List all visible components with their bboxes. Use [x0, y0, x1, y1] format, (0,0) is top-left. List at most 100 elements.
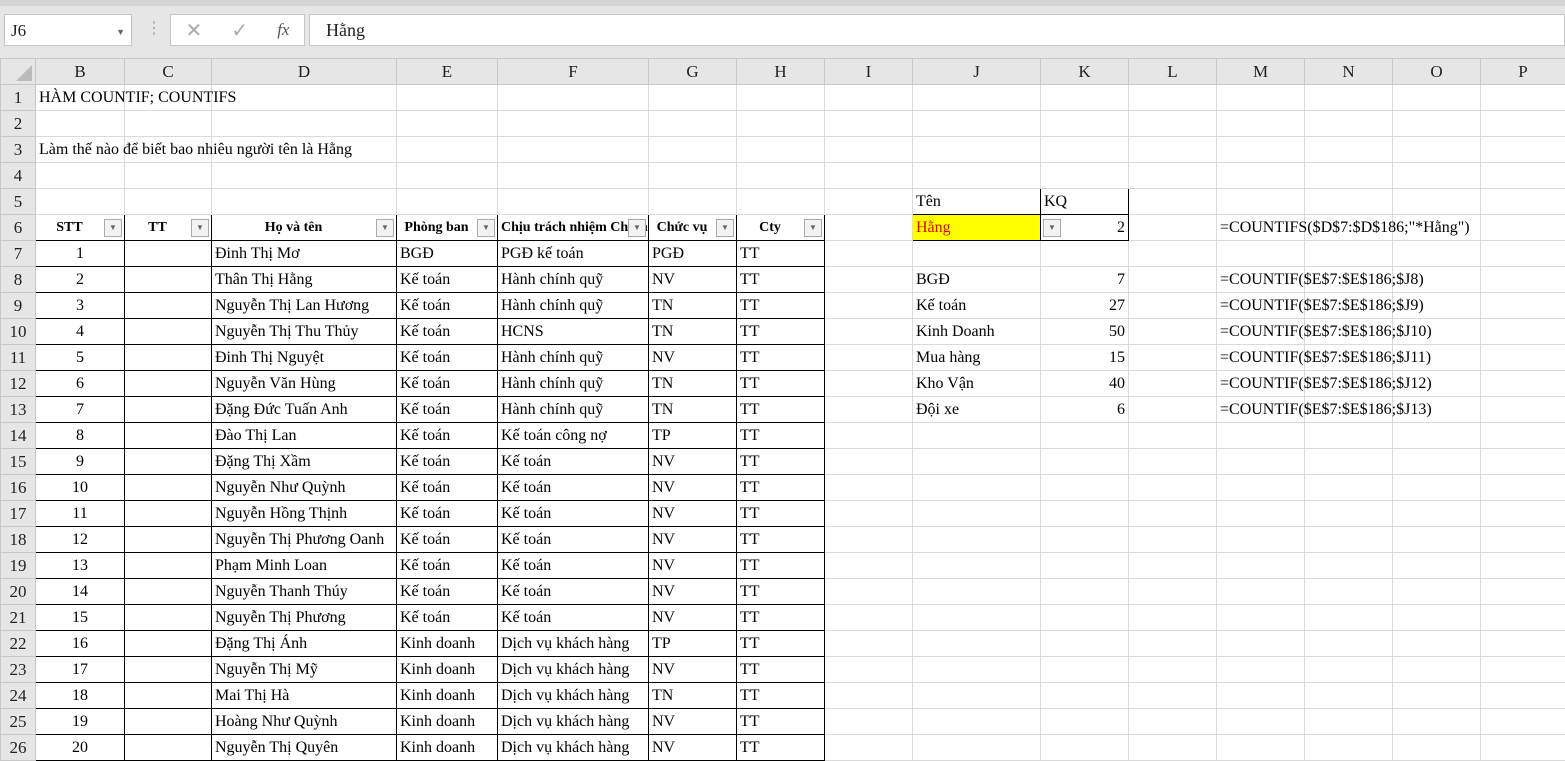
cell-J19[interactable] [913, 553, 1041, 579]
cell-C5[interactable] [125, 189, 212, 215]
cell-P6[interactable] [1481, 215, 1565, 241]
cell-P7[interactable] [1481, 241, 1565, 267]
cell-L15[interactable] [1129, 449, 1217, 475]
filter-dropdown-icon[interactable]: ▼ [477, 219, 495, 237]
filter-dropdown-icon[interactable]: ▼ [716, 219, 734, 237]
cell-E7[interactable]: BGĐ [397, 241, 498, 267]
cell-P17[interactable] [1481, 501, 1565, 527]
cell-E20[interactable]: Kế toán [397, 579, 498, 605]
cell-P9[interactable] [1481, 293, 1565, 319]
cell-F22[interactable]: Dịch vụ khách hàng [498, 631, 649, 657]
cell-L2[interactable] [1129, 111, 1217, 137]
cell-I20[interactable] [825, 579, 913, 605]
column-header-M[interactable]: M [1217, 59, 1305, 85]
column-header-J[interactable]: J [913, 59, 1041, 85]
cell-C4[interactable] [125, 163, 212, 189]
cell-G16[interactable]: NV [649, 475, 737, 501]
column-header-B[interactable]: B [36, 59, 125, 85]
cell-E3[interactable] [397, 137, 498, 163]
row-header-5[interactable]: 5 [1, 189, 36, 215]
cell-D2[interactable] [212, 111, 397, 137]
cell-O6[interactable] [1393, 215, 1481, 241]
row-header-19[interactable]: 19 [1, 553, 36, 579]
cell-P13[interactable] [1481, 397, 1565, 423]
cell-N14[interactable] [1305, 423, 1393, 449]
cell-D7[interactable]: Đinh Thị Mơ [212, 241, 397, 267]
cell-K3[interactable] [1041, 137, 1129, 163]
cell-B4[interactable] [36, 163, 125, 189]
row-header-8[interactable]: 8 [1, 267, 36, 293]
cell-I4[interactable] [825, 163, 913, 189]
cell-K4[interactable] [1041, 163, 1129, 189]
cell-E26[interactable]: Kinh doanh [397, 735, 498, 761]
chevron-down-icon[interactable]: ▼ [116, 27, 125, 37]
cell-O9[interactable] [1393, 293, 1481, 319]
row-header-17[interactable]: 17 [1, 501, 36, 527]
cell-O8[interactable] [1393, 267, 1481, 293]
formula-text[interactable]: =COUNTIF($E$7:$E$186;$J10) [1217, 319, 1305, 345]
cell-O23[interactable] [1393, 657, 1481, 683]
cell-M24[interactable] [1217, 683, 1305, 709]
cell-O17[interactable] [1393, 501, 1481, 527]
cell-N23[interactable] [1305, 657, 1393, 683]
cell-L16[interactable] [1129, 475, 1217, 501]
cell-M18[interactable] [1217, 527, 1305, 553]
cell-H16[interactable]: TT [737, 475, 825, 501]
row-header-13[interactable]: 13 [1, 397, 36, 423]
cell-B24[interactable]: 18 [36, 683, 125, 709]
cell-J20[interactable] [913, 579, 1041, 605]
cell-F11[interactable]: Hành chính quỹ [498, 345, 649, 371]
formula-text[interactable]: =COUNTIFS($D$7:$D$186;"*Hằng") [1217, 215, 1305, 241]
function-icon[interactable]: fx [277, 20, 289, 40]
cell-H9[interactable]: TT [737, 293, 825, 319]
dept-count[interactable]: 50 [1041, 319, 1129, 345]
cell-G13[interactable]: TN [649, 397, 737, 423]
column-header-D[interactable]: D [212, 59, 397, 85]
cell-I6[interactable] [825, 215, 913, 241]
cell-P25[interactable] [1481, 709, 1565, 735]
row-header-21[interactable]: 21 [1, 605, 36, 631]
cell-M3[interactable] [1217, 137, 1305, 163]
cell-D19[interactable]: Phạm Minh Loan [212, 553, 397, 579]
row-header-2[interactable]: 2 [1, 111, 36, 137]
cell-C17[interactable] [125, 501, 212, 527]
cell-D5[interactable] [212, 189, 397, 215]
table-header-H[interactable]: Cty▼ [737, 215, 825, 241]
cell-B13[interactable]: 7 [36, 397, 125, 423]
cell-D15[interactable]: Đặng Thị Xầm [212, 449, 397, 475]
cell-N15[interactable] [1305, 449, 1393, 475]
cell-P19[interactable] [1481, 553, 1565, 579]
cell-K1[interactable] [1041, 85, 1129, 111]
cell-D16[interactable]: Nguyễn Như Quỳnh [212, 475, 397, 501]
formula-bar-input[interactable]: Hằng [309, 14, 1565, 46]
cell-H1[interactable] [737, 85, 825, 111]
cell-C3[interactable] [125, 137, 212, 163]
cell-F4[interactable] [498, 163, 649, 189]
cell-B26[interactable]: 20 [36, 735, 125, 761]
cell-O1[interactable] [1393, 85, 1481, 111]
column-header-E[interactable]: E [397, 59, 498, 85]
cell-I10[interactable] [825, 319, 913, 345]
cell-O20[interactable] [1393, 579, 1481, 605]
cell-P26[interactable] [1481, 735, 1565, 761]
cell-P14[interactable] [1481, 423, 1565, 449]
cell-O25[interactable] [1393, 709, 1481, 735]
cell-E10[interactable]: Kế toán [397, 319, 498, 345]
cell-J17[interactable] [913, 501, 1041, 527]
cell-G17[interactable]: NV [649, 501, 737, 527]
column-header-H[interactable]: H [737, 59, 825, 85]
cell-C25[interactable] [125, 709, 212, 735]
name-box[interactable]: J6▼ [4, 14, 132, 46]
row-header-20[interactable]: 20 [1, 579, 36, 605]
cell-P8[interactable] [1481, 267, 1565, 293]
cell-M2[interactable] [1217, 111, 1305, 137]
cell-B25[interactable]: 19 [36, 709, 125, 735]
cell-E14[interactable]: Kế toán [397, 423, 498, 449]
row-header-1[interactable]: 1 [1, 85, 36, 111]
dept-count[interactable]: 15 [1041, 345, 1129, 371]
cell-J5[interactable]: Tên [913, 189, 1041, 215]
cell-H14[interactable]: TT [737, 423, 825, 449]
table-header-B[interactable]: STT▼ [36, 215, 125, 241]
cell-I15[interactable] [825, 449, 913, 475]
row-header-4[interactable]: 4 [1, 163, 36, 189]
